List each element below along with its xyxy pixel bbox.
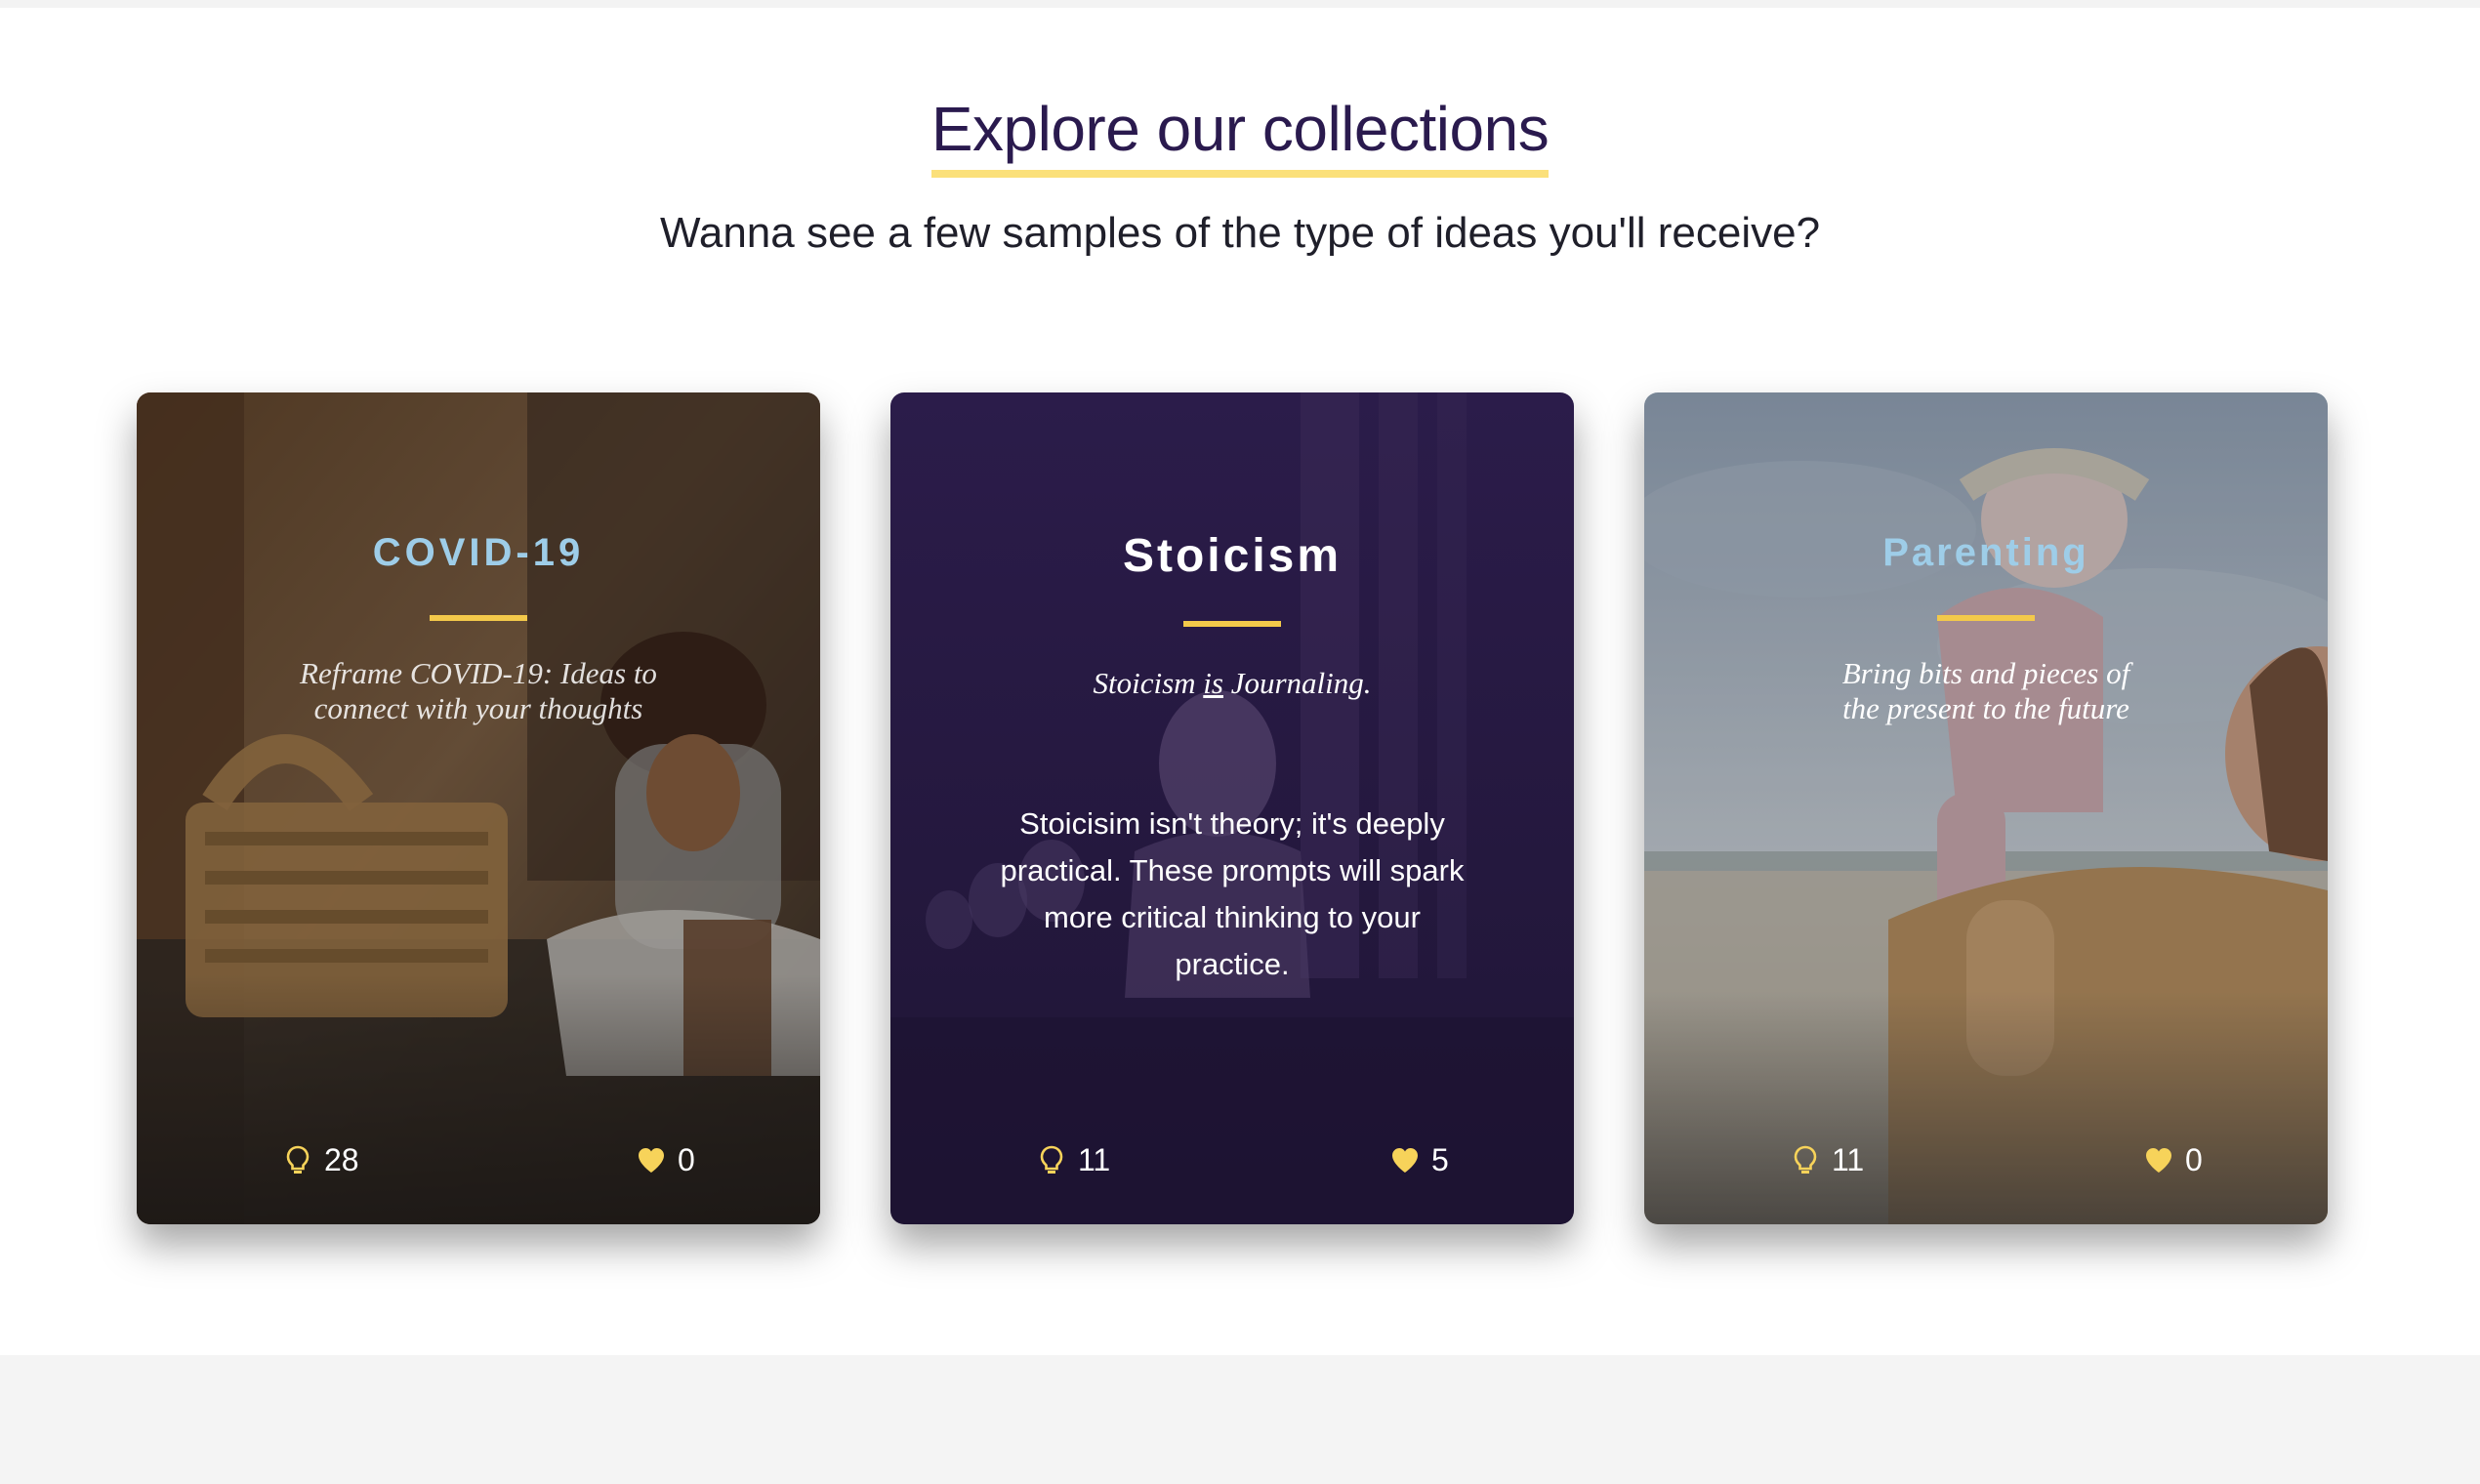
card-overlay: [1644, 392, 2328, 1224]
card-tagline: Stoicism is Journaling.: [890, 666, 1574, 701]
card-title-rule: [1183, 621, 1281, 627]
card-title: Parenting: [1882, 531, 2089, 574]
ideas-count-stat: 11: [1037, 1142, 1110, 1178]
lightbulb-icon: [1040, 1145, 1063, 1174]
card-tagline: Bring bits and pieces of the present to …: [1841, 656, 2130, 725]
likes-count: 0: [678, 1142, 695, 1177]
card-tagline: Reframe COVID-19: Ideas to connect with …: [300, 656, 657, 725]
tagline-part: Stoicism: [1093, 666, 1204, 700]
card-title-rule: [1937, 615, 2035, 621]
likes-count-stat[interactable]: 5: [1390, 1142, 1449, 1178]
likes-count: 0: [2185, 1142, 2203, 1177]
section-title: Explore our collections: [930, 94, 1550, 178]
ideas-count: 11: [1078, 1142, 1111, 1177]
ideas-count: 28: [324, 1142, 359, 1177]
card-title: COVID-19: [372, 531, 585, 574]
likes-count-stat[interactable]: 0: [637, 1142, 695, 1178]
heart-icon[interactable]: [2144, 1144, 2173, 1177]
lightbulb-icon: [286, 1145, 310, 1174]
card-title: Stoicism: [1122, 530, 1343, 582]
collection-card-stoicism[interactable]: Stoicism Stoicism is Journaling. Stoicis…: [890, 392, 1574, 1224]
collection-card-covid[interactable]: COVID-19 Reframe COVID-19: Ideas to conn…: [137, 392, 820, 1224]
ideas-count: 11: [1832, 1142, 1865, 1177]
heart-icon[interactable]: [1390, 1144, 1420, 1177]
ideas-count-stat: 28: [283, 1142, 359, 1178]
card-description: Stoicisim isn't theory; it's deeply prac…: [1000, 806, 1465, 981]
lightbulb-icon: [1794, 1145, 1817, 1174]
heading-wrap: Explore our collections: [0, 94, 2480, 178]
card-overlay: [137, 392, 820, 1224]
footer-band: [0, 1355, 2480, 1484]
top-strip: [0, 0, 2480, 8]
ideas-count-stat: 11: [1791, 1142, 1864, 1178]
collection-card-parenting[interactable]: Parenting Bring bits and pieces of the p…: [1644, 392, 2328, 1224]
section-subtitle: Wanna see a few samples of the type of i…: [659, 209, 1821, 257]
tagline-emphasis: is: [1203, 666, 1223, 700]
collections-section: Explore our collections Wanna see a few …: [0, 8, 2480, 1355]
likes-count-stat[interactable]: 0: [2144, 1142, 2203, 1178]
heart-icon[interactable]: [637, 1144, 666, 1177]
likes-count: 5: [1431, 1142, 1449, 1177]
card-title-rule: [430, 615, 527, 621]
tagline-part: Journaling.: [1222, 666, 1372, 700]
